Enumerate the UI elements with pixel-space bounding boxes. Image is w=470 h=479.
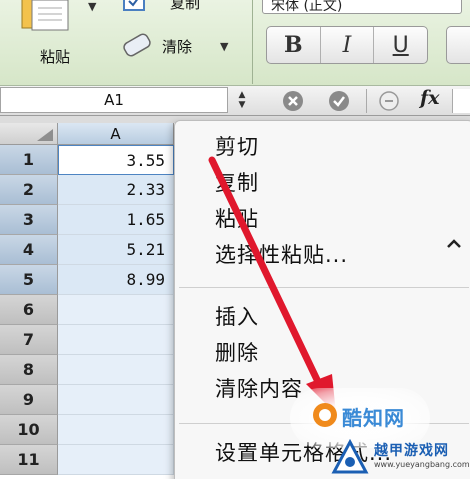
function-wizard-icon[interactable]	[378, 90, 400, 112]
table-row: 8	[0, 355, 174, 385]
copy-button-label[interactable]: 复制	[170, 0, 200, 13]
row-header[interactable]: 2	[0, 175, 58, 205]
column-header-a[interactable]: A	[58, 123, 174, 145]
eraser-icon[interactable]	[120, 30, 154, 60]
clear-button-label[interactable]: 清除	[162, 36, 192, 57]
row-header[interactable]: 4	[0, 235, 58, 265]
select-all-corner[interactable]	[0, 123, 58, 145]
insert-function-button[interactable]: fx	[420, 87, 440, 109]
menu-item-cut[interactable]: 剪切	[215, 131, 259, 161]
table-row: 3 1.65	[0, 205, 174, 235]
cell-a9[interactable]	[58, 385, 174, 415]
row-header[interactable]: 11	[0, 445, 58, 475]
menu-item-copy[interactable]: 复制	[215, 167, 259, 197]
row-header[interactable]: 8	[0, 355, 58, 385]
underline-button[interactable]: U	[374, 27, 427, 63]
row-header[interactable]: 1	[0, 145, 58, 175]
cell-a5[interactable]: 8.99	[58, 265, 174, 295]
name-box[interactable]: A1	[0, 87, 228, 113]
table-row: 4 5.21	[0, 235, 174, 265]
watermark-logo-icon	[313, 403, 337, 427]
brand-badge: 越甲游戏网 www.yueyangbang.com	[330, 436, 470, 479]
table-row: 9	[0, 385, 174, 415]
formula-input[interactable]	[452, 89, 470, 113]
cell-a3[interactable]: 1.65	[58, 205, 174, 235]
table-row: 6	[0, 295, 174, 325]
table-row: 1 3.55	[0, 145, 174, 175]
cell-a1[interactable]: 3.55	[58, 145, 174, 175]
confirm-entry-icon[interactable]	[328, 90, 350, 112]
menu-item-delete[interactable]: 删除	[215, 337, 259, 367]
menu-item-clear-contents[interactable]: 清除内容	[215, 373, 303, 403]
italic-button[interactable]: I	[321, 27, 375, 63]
brand-logo-icon	[331, 438, 369, 474]
menu-item-paste-special[interactable]: 选择性粘贴...	[215, 239, 348, 269]
formula-bar: A1 ▲ ▼ fx	[0, 86, 470, 116]
text-format-group: B I U	[266, 26, 428, 64]
row-header[interactable]: 3	[0, 205, 58, 235]
cancel-entry-icon[interactable]	[282, 90, 304, 112]
bold-button[interactable]: B	[267, 27, 321, 63]
name-box-stepper-icon[interactable]: ▲ ▼	[232, 90, 252, 112]
ribbon-divider	[252, 0, 253, 84]
row-header[interactable]: 5	[0, 265, 58, 295]
clipboard-paste-icon[interactable]	[10, 0, 74, 32]
brand-url: www.yueyangbang.com	[374, 460, 470, 469]
row-header[interactable]: 7	[0, 325, 58, 355]
cell-a6[interactable]	[58, 295, 174, 325]
cell-a8[interactable]	[58, 355, 174, 385]
menu-item-insert[interactable]: 插入	[215, 301, 259, 331]
ribbon-toolbar: ▼ 粘贴 复制 清除 ▼ 宋体 (正文) B I U	[0, 0, 470, 86]
row-header[interactable]: 6	[0, 295, 58, 325]
chevron-up-icon	[447, 239, 461, 248]
cell-a11[interactable]	[58, 445, 174, 475]
cell-a10[interactable]	[58, 415, 174, 445]
paste-button-label[interactable]: 粘贴	[40, 46, 70, 67]
formula-bar-divider	[366, 89, 367, 113]
menu-separator	[179, 287, 469, 288]
cell-a7[interactable]	[58, 325, 174, 355]
table-row: 10	[0, 415, 174, 445]
table-row: 5 8.99	[0, 265, 174, 295]
grid-rows: 1 3.55 2 2.33 3 1.65 4 5.21 5 8.99 6 7 8 9 10 11	[0, 145, 174, 475]
watermark-text: 酷知网	[342, 406, 405, 430]
font-name-field[interactable]: 宋体 (正文)	[262, 0, 462, 14]
cell-a2[interactable]: 2.33	[58, 175, 174, 205]
paste-dropdown-icon[interactable]: ▼	[88, 0, 96, 13]
copy-icon[interactable]	[122, 0, 148, 14]
row-header[interactable]: 9	[0, 385, 58, 415]
cell-a4[interactable]: 5.21	[58, 235, 174, 265]
menu-item-paste[interactable]: 粘贴	[215, 203, 259, 233]
brand-name: 越甲游戏网	[374, 443, 449, 459]
clear-dropdown-icon[interactable]: ▼	[220, 40, 228, 53]
table-row: 7	[0, 325, 174, 355]
row-header[interactable]: 10	[0, 415, 58, 445]
strikethrough-button[interactable]	[446, 26, 470, 64]
table-row: 11	[0, 445, 174, 475]
table-row: 2 2.33	[0, 175, 174, 205]
